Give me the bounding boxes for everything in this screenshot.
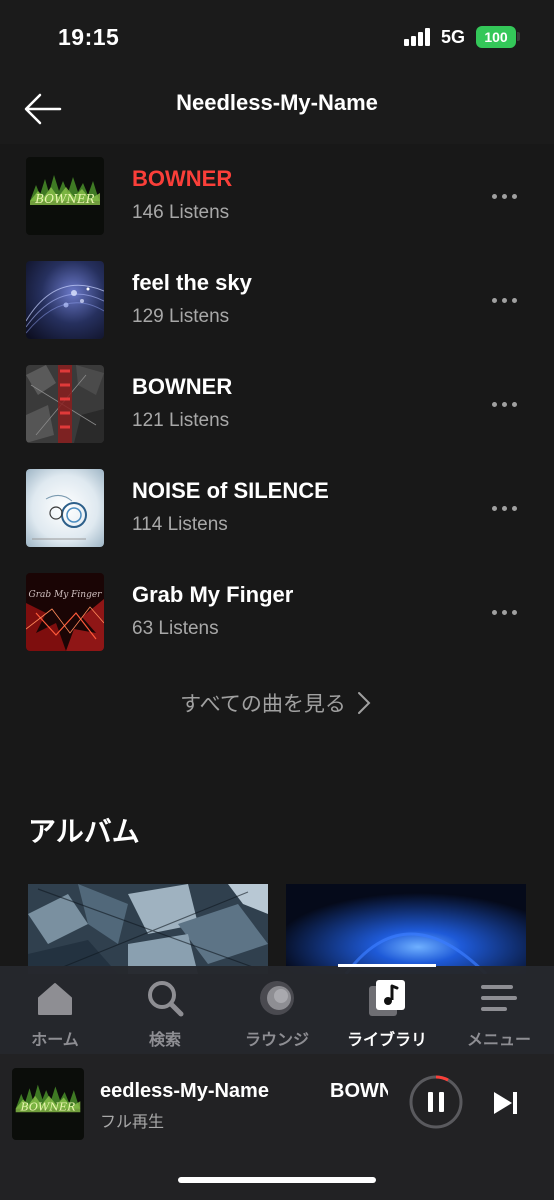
more-options-button[interactable] [488, 598, 522, 626]
album-artwork [286, 884, 526, 974]
track-list: BOWNER BOWNER 146 Listens feel the sky 1… [0, 152, 554, 672]
tab-label: メニュー [466, 1032, 531, 1049]
now-playing-title: eedless-My-Name [100, 1080, 269, 1102]
nav-header: Needless-My-Name [0, 76, 554, 144]
track-artwork: BOWNER [26, 157, 104, 235]
home-indicator [178, 1177, 376, 1183]
pause-button[interactable] [408, 1074, 464, 1130]
now-playing-artwork: BOWNER [12, 1068, 84, 1140]
track-listens: 114 Listens [132, 514, 228, 535]
library-icon [369, 980, 405, 1016]
tab-menu[interactable]: メニュー [444, 966, 554, 1054]
tab-library[interactable]: ライブラリ [332, 966, 442, 1054]
chevron-right-icon [357, 692, 371, 714]
more-options-button[interactable] [488, 390, 522, 418]
svg-text:BOWNER: BOWNER [34, 192, 95, 206]
track-artwork: Grab My Finger [26, 573, 104, 651]
tab-label: 検索 [148, 1032, 181, 1049]
skip-forward-icon [494, 1092, 517, 1114]
network-label: 5G [441, 27, 466, 47]
page-title: Needless-My-Name [176, 90, 378, 115]
svg-text:BOWNER: BOWNER [20, 1100, 76, 1113]
track-row[interactable]: NOISE of SILENCE 114 Listens [0, 464, 554, 568]
track-row[interactable]: BOWNER 121 Listens [0, 360, 554, 464]
albums-section-title: アルバム [28, 816, 140, 847]
album-card[interactable] [28, 884, 268, 974]
album-card[interactable] [286, 884, 526, 974]
pause-icon [409, 1075, 463, 1129]
track-listens: 129 Listens [132, 306, 230, 327]
track-row[interactable]: feel the sky 129 Listens [0, 256, 554, 360]
track-row[interactable]: Grab My Finger Grab My Finger 63 Listens [0, 568, 554, 672]
battery-tip [517, 32, 520, 41]
lounge-icon [260, 981, 294, 1015]
svg-text:Grab My Finger: Grab My Finger [29, 590, 103, 600]
album-artwork [28, 884, 268, 974]
status-time: 19:15 [58, 24, 120, 50]
more-options-button[interactable] [488, 182, 522, 210]
tab-home[interactable]: ホーム [0, 966, 110, 1054]
track-listens: 146 Listens [132, 202, 230, 223]
now-playing-subtitle: フル再生 [100, 1114, 165, 1131]
tab-label: ラウンジ [244, 1032, 309, 1049]
more-options-button[interactable] [488, 286, 522, 314]
see-all-label: すべての曲を見る [180, 693, 346, 716]
signal-icon [404, 28, 434, 46]
more-options-button[interactable] [488, 494, 522, 522]
track-row[interactable]: BOWNER BOWNER 146 Listens [0, 152, 554, 256]
menu-icon [481, 985, 517, 1011]
track-listens: 121 Listens [132, 410, 230, 431]
track-artwork [26, 261, 104, 339]
home-icon [38, 983, 72, 1015]
tab-lounge[interactable]: ラウンジ [222, 966, 332, 1054]
tab-bar: ホーム 検索 ラウンジ ライブラリ メニュー [0, 964, 554, 1054]
track-artwork [26, 469, 104, 547]
track-artwork [26, 365, 104, 443]
tab-search[interactable]: 検索 [110, 966, 220, 1054]
see-all-songs-link[interactable]: すべての曲を見る [0, 688, 554, 722]
battery-icon: 100 [476, 26, 516, 48]
track-title: BOWNER [132, 374, 233, 399]
now-playing-title-continuation: BOWN [330, 1080, 388, 1102]
track-title: NOISE of SILENCE [132, 478, 329, 503]
tab-label: ホーム [31, 1032, 79, 1049]
search-icon [148, 981, 184, 1017]
status-bar: 19:15 5G 100 [0, 0, 554, 76]
next-track-button[interactable] [488, 1088, 522, 1118]
track-title: Grab My Finger [132, 582, 294, 607]
tab-label: ライブラリ [346, 1032, 427, 1049]
track-title: BOWNER [132, 166, 233, 191]
track-listens: 63 Listens [132, 618, 219, 639]
track-title: feel the sky [132, 270, 252, 295]
